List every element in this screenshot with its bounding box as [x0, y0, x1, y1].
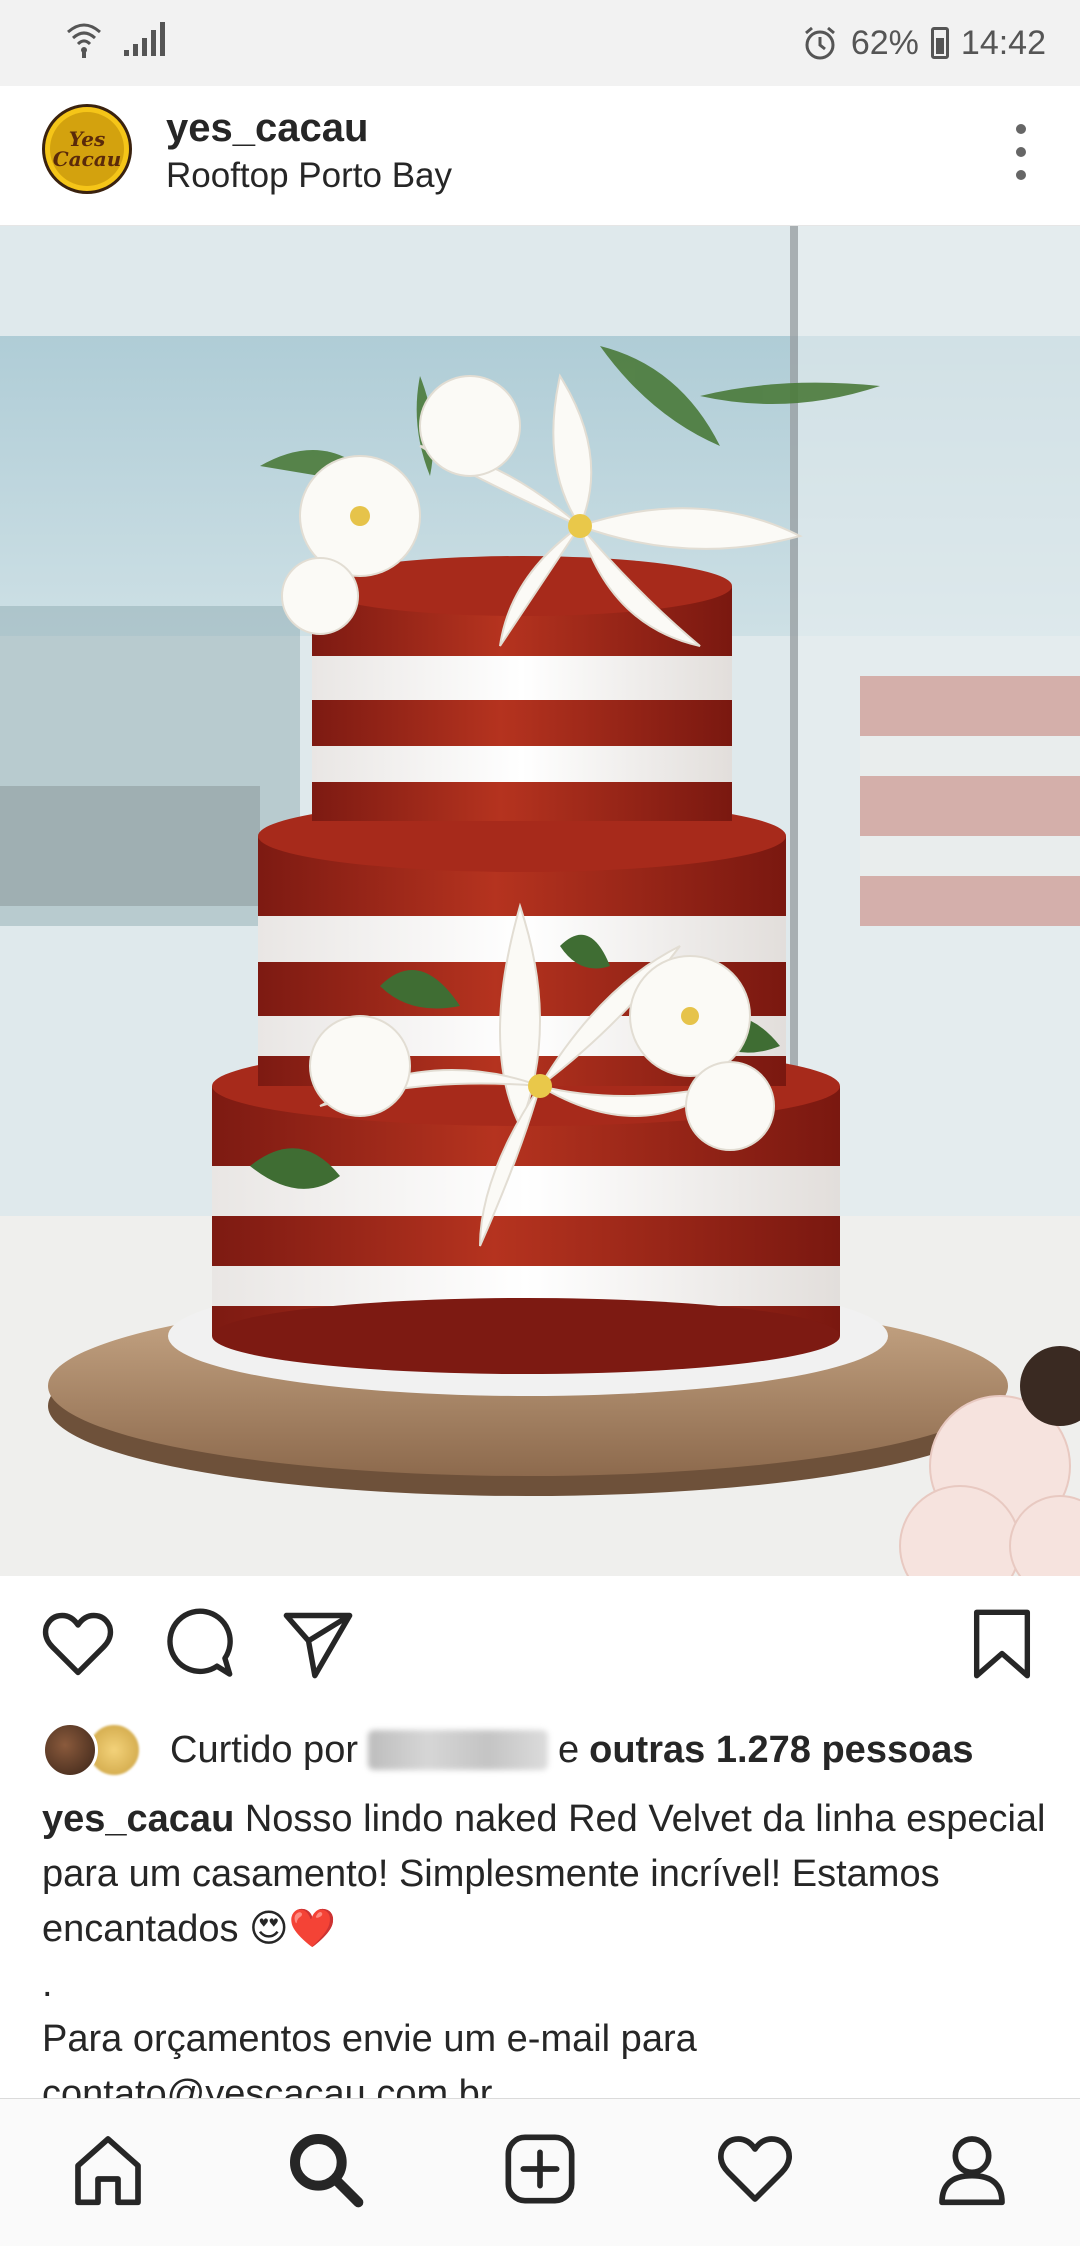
status-bar: 62% 14:42 — [0, 0, 1080, 86]
comment-icon[interactable] — [160, 1606, 236, 1682]
liker-avatar — [42, 1722, 98, 1778]
heart-icon[interactable] — [40, 1606, 116, 1682]
signal-icon — [124, 22, 165, 56]
activity-heart-icon[interactable] — [715, 2129, 795, 2209]
likes-row[interactable]: Curtido por e outras 1.278 pessoas — [42, 1712, 1052, 1788]
post-header: Yes Cacau yes_cacau Rooftop Porto Bay — [0, 86, 1080, 226]
avatar-logo: Yes Cacau — [50, 112, 124, 186]
liker-name-blurred[interactable] — [367, 1730, 548, 1770]
caption-dot: . — [42, 1963, 53, 2005]
caption-body: yes_cacau Nosso lindo naked Red Velvet d… — [42, 1792, 1052, 1957]
profile-icon[interactable] — [932, 2129, 1012, 2209]
caption: yes_cacau Nosso lindo naked Red Velvet d… — [42, 1792, 1052, 2122]
bookmark-icon[interactable] — [964, 1606, 1040, 1682]
post-username[interactable]: yes_cacau — [166, 106, 368, 151]
post-location[interactable]: Rooftop Porto Bay — [166, 156, 452, 196]
post-photo[interactable] — [0, 226, 1080, 1576]
bottom-nav — [0, 2098, 1080, 2246]
caption-contact: Para orçamentos envie um e-mail para — [42, 2018, 697, 2060]
likes-prefix: Curtido por — [170, 1728, 358, 1771]
likes-count[interactable]: outras 1.278 pessoas — [589, 1729, 973, 1772]
share-icon[interactable] — [280, 1606, 356, 1682]
battery-percent: 62% — [850, 23, 919, 62]
search-icon[interactable] — [285, 2129, 365, 2209]
wifi-icon — [67, 23, 101, 58]
home-icon[interactable] — [68, 2129, 148, 2209]
clock: 14:42 — [960, 23, 1046, 62]
action-bar — [0, 1576, 1080, 1712]
alarm-icon — [804, 26, 835, 60]
likes-middle: e — [557, 1728, 580, 1771]
add-post-icon[interactable] — [500, 2129, 580, 2209]
avatar[interactable]: Yes Cacau — [42, 104, 132, 194]
caption-username[interactable]: yes_cacau — [42, 1798, 234, 1840]
battery-icon — [930, 27, 949, 59]
liker-avatars — [42, 1720, 142, 1780]
more-vertical-icon[interactable] — [1016, 124, 1028, 180]
cake-photo-illustration — [0, 226, 1080, 1576]
